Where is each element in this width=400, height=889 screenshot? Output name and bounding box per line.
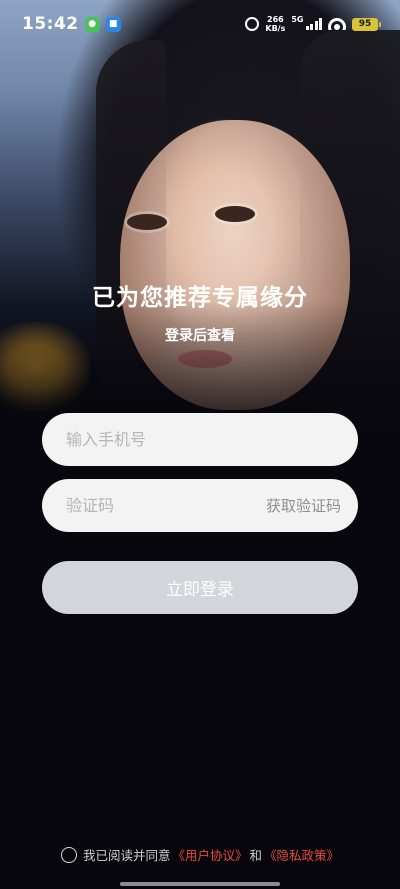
hero-photo-eye-left — [127, 214, 167, 230]
hero-photo-eye-right — [215, 206, 255, 222]
agreement-checkbox[interactable] — [60, 846, 77, 863]
verification-code-input[interactable] — [66, 496, 266, 515]
network-speed-value: 266 — [267, 15, 284, 24]
status-bar: 15:42 ● ■ 266 KB/s 5G 95 — [0, 0, 400, 48]
status-right: 266 KB/s 5G 95 — [245, 15, 381, 33]
status-time: 15:42 — [22, 14, 79, 34]
network-speed-unit: KB/s — [265, 24, 286, 33]
privacy-policy-link[interactable]: 《隐私政策》 — [264, 845, 339, 864]
status-left: 15:42 ● ■ — [22, 14, 121, 34]
network-speed: 266 KB/s — [265, 15, 285, 33]
notification-app-icon-2: ■ — [105, 16, 121, 32]
user-agreement-link[interactable]: 《用户协议》 — [172, 845, 247, 864]
battery-level: 95 — [358, 19, 372, 29]
notification-app-icon: ● — [84, 16, 100, 32]
agreement-conjunction: 和 — [249, 848, 263, 863]
login-screen: 15:42 ● ■ 266 KB/s 5G 95 已为您推荐专属缘分 登录后查看… — [0, 0, 400, 889]
headline: 已为您推荐专属缘分 — [92, 285, 308, 311]
get-code-button[interactable]: 获取验证码 — [266, 495, 341, 516]
alarm-icon — [245, 17, 260, 31]
subline: 登录后查看 — [165, 328, 235, 344]
home-indicator[interactable] — [120, 882, 280, 886]
phone-input[interactable] — [66, 430, 338, 449]
battery-icon: 95 — [352, 17, 381, 31]
agreement-row: 我已阅读并同意 《用户协议》 和 《隐私政策》 — [0, 845, 400, 864]
wifi-icon — [328, 18, 346, 30]
code-field-container: 获取验证码 — [42, 479, 358, 532]
login-button[interactable]: 立即登录 — [42, 561, 358, 614]
signal-strength-icon — [305, 18, 322, 30]
agreement-prefix: 我已阅读并同意 — [82, 848, 171, 863]
phone-field-container — [42, 413, 358, 466]
network-type-label: 5G — [291, 15, 304, 24]
